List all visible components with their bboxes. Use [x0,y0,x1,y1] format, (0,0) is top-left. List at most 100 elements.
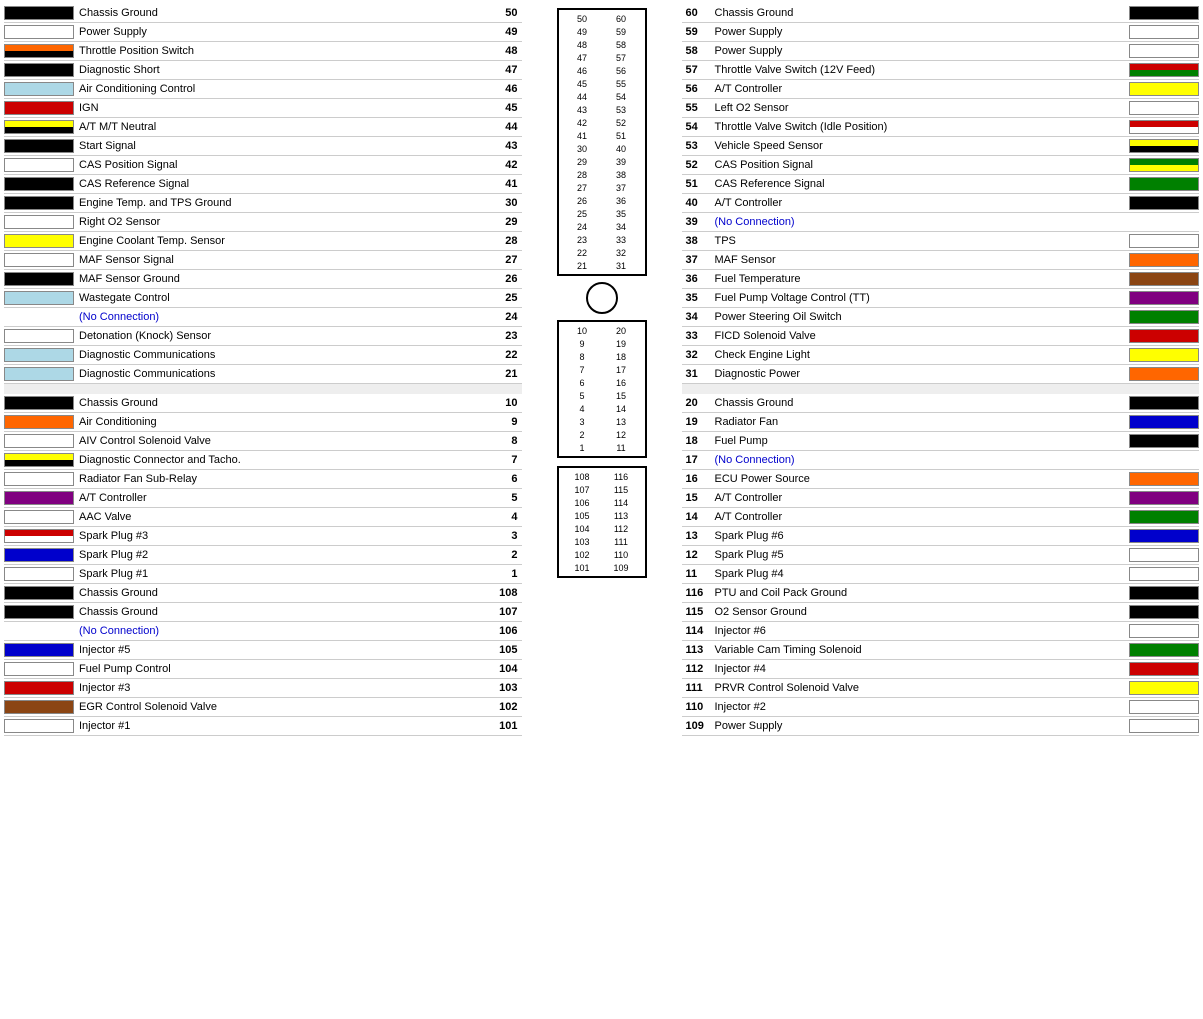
color-bar [1129,310,1199,324]
pin-number: 1 [492,568,522,580]
color-bar [1129,605,1199,619]
pin-number: 29 [492,216,522,228]
pin-num-left: 44 [572,92,592,102]
pin-num-left: 50 [572,14,592,24]
color-bar [1129,348,1199,362]
pin-num-left: 105 [572,511,592,521]
signal-name: Spark Plug #2 [76,549,492,561]
pin-number: 36 [682,273,712,285]
color-bar [1129,63,1199,77]
pin-num-left: 102 [572,550,592,560]
pin-number: 60 [682,7,712,19]
pin-row: 107115 [563,483,641,496]
pin-number: 41 [492,178,522,190]
color-bar [1129,453,1199,467]
signal-name: A/T Controller [76,492,492,504]
table-row: 57Throttle Valve Switch (12V Feed) [682,61,1200,80]
signal-name: Fuel Pump Control [76,663,492,675]
pin-number: 23 [492,330,522,342]
pin-num-left: 25 [572,209,592,219]
color-bar [4,25,74,39]
signal-name: Chassis Ground [76,397,492,409]
table-row: 116PTU and Coil Pack Ground [682,584,1200,603]
pin-number: 108 [492,587,522,599]
table-row: Engine Temp. and TPS Ground30 [4,194,522,213]
pin-num-left: 28 [572,170,592,180]
pin-num-right: 18 [611,352,631,362]
color-bar [1129,215,1199,229]
color-bar [4,434,74,448]
pin-num-right: 113 [611,511,631,521]
table-row: 19Radiator Fan [682,413,1200,432]
pin-num-right: 109 [611,563,631,573]
color-bar [1129,643,1199,657]
pin-num-left: 108 [572,472,592,482]
pin-number: 44 [492,121,522,133]
color-bar [1129,700,1199,714]
table-row: Spark Plug #22 [4,546,522,565]
signal-name: Throttle Position Switch [76,45,492,57]
signal-name: AAC Valve [76,511,492,523]
pin-number: 40 [682,197,712,209]
table-row: EGR Control Solenoid Valve102 [4,698,522,717]
color-bar [1129,25,1199,39]
pin-number: 11 [682,568,712,580]
table-row: 11Spark Plug #4 [682,565,1200,584]
pin-number: 25 [492,292,522,304]
color-bar [1129,272,1199,286]
signal-name: Radiator Fan [712,416,1128,428]
pin-number: 34 [682,311,712,323]
table-row: AAC Valve4 [4,508,522,527]
signal-name: Spark Plug #4 [712,568,1128,580]
signal-name: CAS Position Signal [712,159,1128,171]
pin-number: 57 [682,64,712,76]
pin-num-left: 26 [572,196,592,206]
signal-name: PRVR Control Solenoid Valve [712,682,1128,694]
table-row: Diagnostic Communications22 [4,346,522,365]
table-row: Spark Plug #33 [4,527,522,546]
signal-name: CAS Position Signal [76,159,492,171]
left-panel: Chassis Ground50Power Supply49Throttle P… [4,4,522,736]
pin-num-right: 60 [611,14,631,24]
table-row: 109Power Supply [682,717,1200,736]
color-bar [1129,510,1199,524]
pin-number: 27 [492,254,522,266]
color-bar [4,234,74,248]
pin-num-right: 110 [611,550,631,560]
pin-num-left: 1 [572,443,592,453]
main-container: Chassis Ground50Power Supply49Throttle P… [0,0,1203,740]
color-bar [4,586,74,600]
pin-row: 108116 [563,470,641,483]
pin-row: 313 [563,415,641,428]
table-row: CAS Reference Signal41 [4,175,522,194]
connector-bottom: 1020919818717616515414313212111 10811610… [557,320,647,578]
pin-num-right: 36 [611,196,631,206]
pin-number: 46 [492,83,522,95]
table-row: 32Check Engine Light [682,346,1200,365]
color-bar [4,177,74,191]
color-bar [4,215,74,229]
pin-num-left: 101 [572,563,592,573]
pin-number: 107 [492,606,522,618]
table-row: 56A/T Controller [682,80,1200,99]
color-bar [4,548,74,562]
pin-row: 3040 [563,142,641,155]
table-row: 59Power Supply [682,23,1200,42]
table-row: Radiator Fan Sub-Relay6 [4,470,522,489]
color-bar [4,196,74,210]
table-row: 39(No Connection) [682,213,1200,232]
table-row: A/T M/T Neutral44 [4,118,522,137]
table-row: Diagnostic Short47 [4,61,522,80]
signal-name: Fuel Temperature [712,273,1128,285]
pin-row: 4959 [563,25,641,38]
pin-number: 21 [492,368,522,380]
color-bar [4,6,74,20]
table-row: Chassis Ground107 [4,603,522,622]
signal-name: Air Conditioning [76,416,492,428]
pin-row: 50 60 [563,12,641,25]
pin-row: 616 [563,376,641,389]
signal-name: (No Connection) [76,625,492,637]
pin-row: 105 113 [563,509,641,522]
pin-num-right: 12 [611,430,631,440]
color-bar [4,700,74,714]
